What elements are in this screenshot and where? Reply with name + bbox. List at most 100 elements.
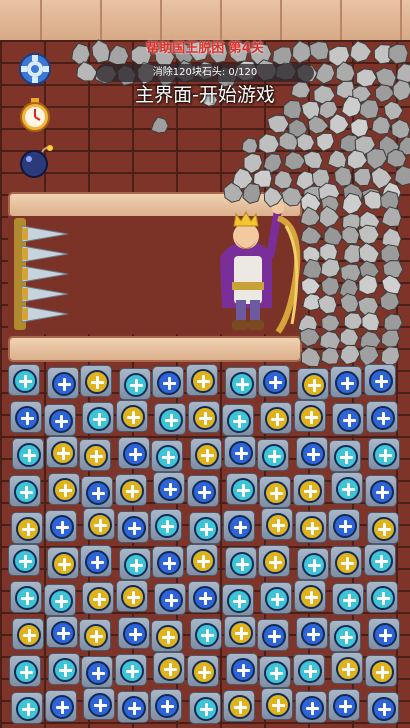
screw-tile[interactable] xyxy=(368,618,400,650)
screw-tile[interactable] xyxy=(8,544,40,576)
screw-tile[interactable] xyxy=(292,654,325,686)
screw-tile[interactable] xyxy=(43,584,76,616)
screw-tile[interactable] xyxy=(259,476,292,508)
screw-tile[interactable] xyxy=(187,475,219,507)
screw-tile[interactable] xyxy=(154,583,187,615)
screw-tile[interactable] xyxy=(115,400,148,432)
screw-tile[interactable] xyxy=(44,690,77,722)
screw-tile[interactable] xyxy=(12,618,44,650)
screw-tile[interactable] xyxy=(83,688,116,720)
screw-tile[interactable] xyxy=(222,690,255,722)
screw-tile[interactable] xyxy=(114,654,147,686)
screw-tile[interactable] xyxy=(46,367,79,399)
screw-tile[interactable] xyxy=(152,366,185,398)
screw-tile[interactable] xyxy=(153,652,186,684)
screw-tile[interactable] xyxy=(186,364,218,396)
screw-tile[interactable] xyxy=(118,548,151,580)
screw-tile[interactable] xyxy=(366,581,398,613)
screw-tile[interactable] xyxy=(292,474,325,506)
screw-tile[interactable] xyxy=(150,689,183,721)
screw-tile[interactable] xyxy=(9,475,41,507)
screw-tile[interactable] xyxy=(45,616,78,648)
screw-tile[interactable] xyxy=(189,512,221,544)
screw-tile[interactable] xyxy=(188,401,220,433)
screw-tile[interactable] xyxy=(296,548,329,580)
screw-tile[interactable] xyxy=(257,439,290,471)
screw-tile[interactable] xyxy=(221,404,254,436)
screw-tile[interactable] xyxy=(12,438,44,470)
screw-tile[interactable] xyxy=(329,440,362,472)
screw-tile[interactable] xyxy=(10,401,42,433)
screw-tile[interactable] xyxy=(330,546,363,578)
screw-tile[interactable] xyxy=(188,581,220,613)
screw-tile[interactable] xyxy=(44,510,77,542)
screw-tile[interactable] xyxy=(151,620,184,652)
screw-tile[interactable] xyxy=(259,656,292,688)
screw-tile[interactable] xyxy=(186,544,218,576)
screw-tile[interactable] xyxy=(81,656,114,688)
screw-tile[interactable] xyxy=(260,402,293,434)
screw-tile[interactable] xyxy=(118,368,151,400)
screw-tile[interactable] xyxy=(47,473,80,505)
screw-tile[interactable] xyxy=(258,545,291,577)
screw-tile[interactable] xyxy=(295,617,328,649)
screw-tile[interactable] xyxy=(258,365,291,397)
screw-tile[interactable] xyxy=(295,437,328,469)
screw-tile[interactable] xyxy=(261,688,294,720)
screw-tile[interactable] xyxy=(332,583,365,615)
screw-tile[interactable] xyxy=(224,367,257,399)
screw-tile[interactable] xyxy=(43,404,76,436)
screw-tile[interactable] xyxy=(9,655,41,687)
screw-tile[interactable] xyxy=(153,472,186,504)
screw-tile[interactable] xyxy=(116,691,149,723)
screw-tile[interactable] xyxy=(225,653,258,685)
screw-tile[interactable] xyxy=(223,436,256,468)
screw-tile[interactable] xyxy=(222,510,255,542)
screw-tile[interactable] xyxy=(364,544,396,576)
screw-tile[interactable] xyxy=(225,473,258,505)
screw-tile[interactable] xyxy=(79,619,112,651)
screw-tile[interactable] xyxy=(367,512,399,544)
screw-tile[interactable] xyxy=(117,617,150,649)
screw-tile[interactable] xyxy=(260,582,293,614)
screw-tile[interactable] xyxy=(82,402,115,434)
screw-tile[interactable] xyxy=(154,403,187,435)
bomb-button[interactable] xyxy=(16,142,54,180)
screw-tile[interactable] xyxy=(293,580,326,612)
screw-tile[interactable] xyxy=(45,436,78,468)
screw-tile[interactable] xyxy=(296,368,329,400)
screw-tile[interactable] xyxy=(294,691,327,723)
screw-tile[interactable] xyxy=(11,692,43,724)
screw-tile[interactable] xyxy=(46,547,79,579)
screw-tile[interactable] xyxy=(81,476,114,508)
screw-tile[interactable] xyxy=(117,437,150,469)
screw-tile[interactable] xyxy=(367,692,399,724)
screw-tile[interactable] xyxy=(10,581,42,613)
screw-tile[interactable] xyxy=(261,508,294,540)
screw-tile[interactable] xyxy=(328,509,361,541)
screw-tile[interactable] xyxy=(332,403,365,435)
screw-tile[interactable] xyxy=(366,401,398,433)
screw-tile[interactable] xyxy=(223,616,256,648)
screw-tile[interactable] xyxy=(47,653,80,685)
screw-tile[interactable] xyxy=(365,655,397,687)
screw-tile[interactable] xyxy=(151,440,184,472)
screw-tile[interactable] xyxy=(221,584,254,616)
screw-tile[interactable] xyxy=(115,580,148,612)
screw-tile[interactable] xyxy=(330,366,363,398)
screw-tile[interactable] xyxy=(114,474,147,506)
screw-tile[interactable] xyxy=(82,582,115,614)
screw-tile[interactable] xyxy=(331,472,364,504)
screw-tile[interactable] xyxy=(293,400,326,432)
screw-tile[interactable] xyxy=(187,655,219,687)
screw-tile[interactable] xyxy=(80,365,113,397)
screw-tile[interactable] xyxy=(190,438,222,470)
screw-tile[interactable] xyxy=(331,652,364,684)
screw-tile[interactable] xyxy=(189,692,221,724)
screw-tile[interactable] xyxy=(150,509,183,541)
screw-tile[interactable] xyxy=(294,511,327,543)
screw-tile[interactable] xyxy=(328,689,361,721)
screw-tile[interactable] xyxy=(79,439,112,471)
screw-tile[interactable] xyxy=(364,364,396,396)
screw-tile[interactable] xyxy=(8,364,40,396)
